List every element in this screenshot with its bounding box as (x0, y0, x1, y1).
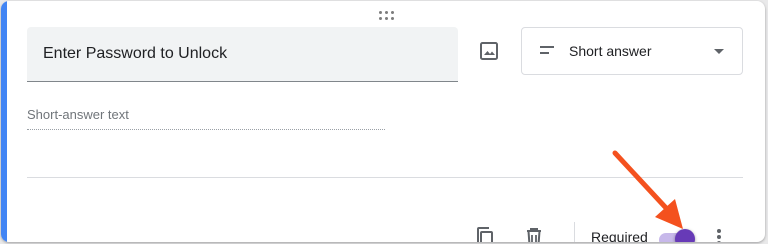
question-card: Enter Password to Unlock Short answer Sh… (1, 1, 765, 242)
question-title-field[interactable]: Enter Password to Unlock (27, 27, 458, 82)
footer-divider (27, 177, 743, 178)
more-vert-icon[interactable] (707, 225, 731, 242)
question-type-dropdown[interactable]: Short answer (521, 27, 743, 75)
copy-icon[interactable] (473, 225, 497, 242)
chevron-down-icon (714, 49, 724, 54)
required-toggle[interactable] (657, 228, 697, 242)
short-answer-preview: Short-answer text (27, 105, 385, 130)
short-text-icon (538, 43, 556, 57)
trash-icon[interactable] (522, 225, 546, 242)
active-indicator-bar (1, 1, 7, 242)
toggle-thumb (675, 229, 695, 242)
question-title-input[interactable]: Enter Password to Unlock (43, 27, 443, 81)
footer-vertical-divider (574, 222, 575, 242)
image-icon[interactable] (477, 39, 501, 63)
question-type-label: Short answer (569, 43, 652, 59)
required-label: Required (591, 229, 648, 242)
drag-handle-icon[interactable] (377, 9, 395, 21)
